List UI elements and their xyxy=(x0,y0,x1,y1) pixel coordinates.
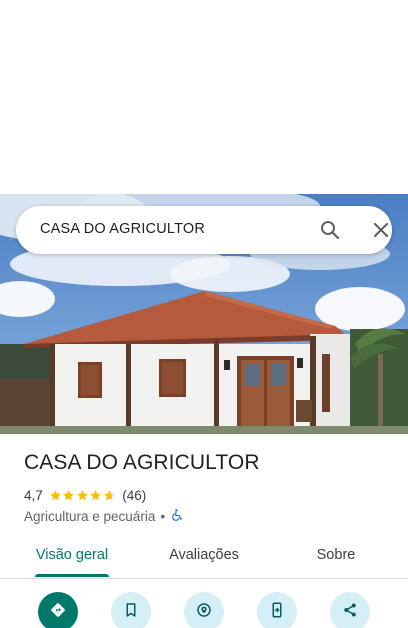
tab-overview[interactable]: Visão geral xyxy=(24,536,120,578)
star-icon xyxy=(90,489,102,500)
action-bar xyxy=(0,592,408,628)
nearby-button[interactable] xyxy=(184,592,224,628)
star-icon xyxy=(76,489,88,500)
place-title: CASA DO AGRICULTOR xyxy=(24,451,260,474)
active-tab-indicator xyxy=(35,574,109,577)
search-icon[interactable] xyxy=(318,218,342,242)
category-row: Agricultura e pecuária • xyxy=(24,507,184,525)
map-blank-area xyxy=(0,0,408,194)
rating-value: 4,7 xyxy=(24,487,43,503)
directions-icon xyxy=(49,601,67,624)
nearby-icon xyxy=(195,601,213,624)
directions-button[interactable] xyxy=(38,592,78,628)
search-bar[interactable]: CASA DO AGRICULTOR xyxy=(16,206,392,254)
place-tabs: Visão geral Avaliações Sobre xyxy=(0,536,408,579)
send-to-phone-button[interactable] xyxy=(257,592,297,628)
save-button[interactable] xyxy=(111,592,151,628)
review-count: (46) xyxy=(122,487,147,503)
send-to-phone-icon xyxy=(268,601,286,624)
separator: • xyxy=(160,508,166,524)
star-icon xyxy=(63,489,75,500)
star-icon xyxy=(49,489,61,500)
search-input[interactable]: CASA DO AGRICULTOR xyxy=(40,206,205,254)
share-icon xyxy=(341,601,359,624)
close-icon[interactable] xyxy=(369,218,393,242)
tab-about[interactable]: Sobre xyxy=(296,536,376,578)
tab-reviews[interactable]: Avaliações xyxy=(156,536,252,578)
place-category: Agricultura e pecuária xyxy=(24,508,156,524)
star-icon xyxy=(103,489,115,500)
rating-row[interactable]: 4,7 (46) xyxy=(24,486,146,504)
wheelchair-icon xyxy=(170,508,184,525)
rating-stars xyxy=(49,489,117,502)
bookmark-icon xyxy=(122,601,140,624)
share-button[interactable] xyxy=(330,592,370,628)
